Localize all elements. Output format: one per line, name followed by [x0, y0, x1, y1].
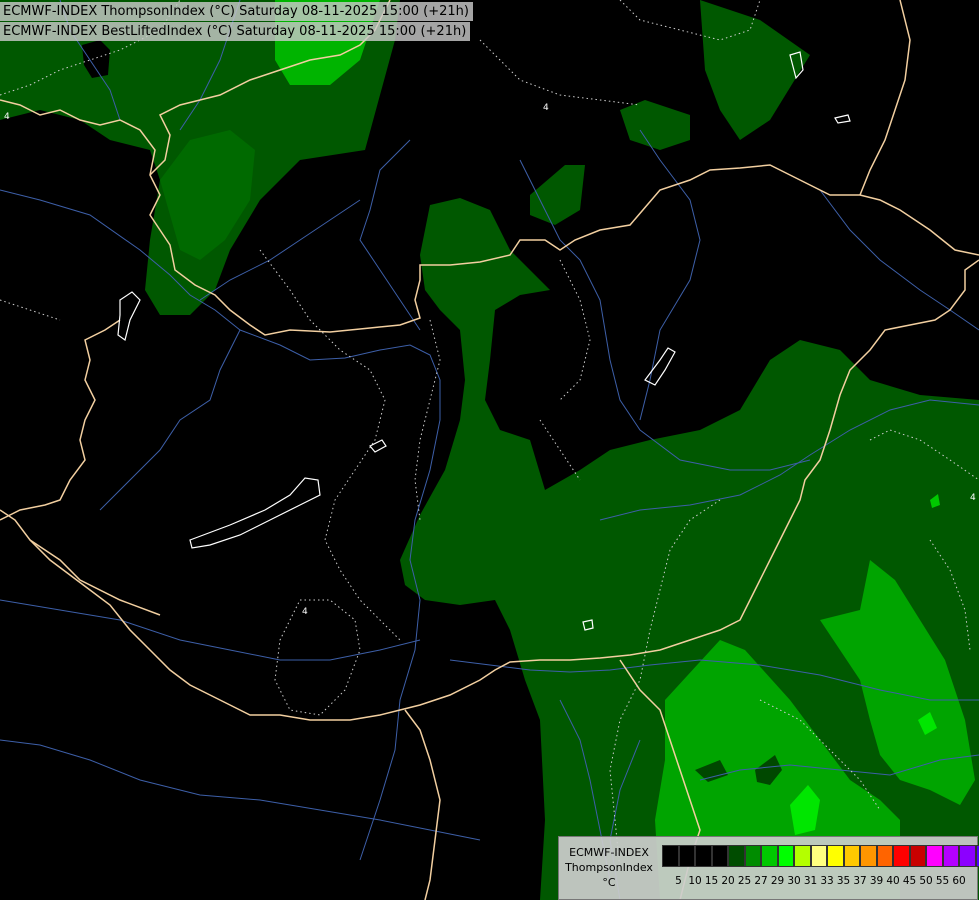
- legend-tick-label: 27: [754, 875, 768, 887]
- legend-swatch: [678, 845, 695, 867]
- legend-swatch: [876, 845, 893, 867]
- legend-swatch: [711, 845, 728, 867]
- weather-map: 4 4 4 4: [0, 0, 979, 900]
- legend-swatch: [662, 845, 679, 867]
- legend-tick-label: 20: [721, 875, 735, 887]
- legend-tick-label: 33: [820, 875, 834, 887]
- legend-tick-label: 35: [836, 875, 851, 887]
- legend-tick-label: 15: [704, 875, 719, 887]
- legend-tick-label: 30: [787, 875, 801, 887]
- legend-tick-label: 39: [869, 875, 884, 887]
- legend-swatch: [860, 845, 877, 867]
- legend-swatch: [926, 845, 943, 867]
- legend-swatch: [942, 845, 959, 867]
- legend-swatch: [794, 845, 811, 867]
- map-title-primary: ECMWF-INDEX ThompsonIndex (°C) Saturday …: [0, 2, 473, 21]
- legend-swatches: [662, 845, 979, 867]
- legend-swatch: [843, 845, 860, 867]
- legend-swatch: [959, 845, 976, 867]
- color-legend: ECMWF-INDEX ThompsonIndex °C 5 10 15 20 25 27…: [558, 836, 979, 900]
- legend-swatch: [777, 845, 794, 867]
- legend-swatch: [975, 845, 979, 867]
- legend-label: ECMWF-INDEX ThompsonIndex °C: [563, 845, 655, 890]
- contour-label: 4: [302, 607, 308, 617]
- legend-swatch: [810, 845, 827, 867]
- legend-swatch: [695, 845, 712, 867]
- legend-label-unit: °C: [602, 876, 616, 889]
- legend-tick-label: 10: [688, 875, 702, 887]
- legend-tick-label: 40: [886, 875, 900, 887]
- legend-tick-label: 29: [770, 875, 785, 887]
- legend-tick-label: 55: [935, 875, 950, 887]
- legend-tick-label: 31: [803, 875, 818, 887]
- legend-label-model: ECMWF-INDEX: [569, 846, 649, 859]
- legend-tick-label: 60: [952, 875, 966, 887]
- legend-tick-label: 25: [737, 875, 752, 887]
- legend-tick-label: 50: [919, 875, 933, 887]
- legend-tick-label: 45: [902, 875, 917, 887]
- legend-swatch: [761, 845, 778, 867]
- legend-swatch: [827, 845, 844, 867]
- legend-tick-label: 5: [675, 875, 682, 887]
- legend-swatch: [909, 845, 926, 867]
- legend-label-parameter: ThompsonIndex: [565, 861, 653, 874]
- legend-swatch: [728, 845, 745, 867]
- contour-label: 4: [543, 103, 549, 113]
- map-title-secondary: ECMWF-INDEX BestLiftedIndex (°C) Saturda…: [0, 22, 471, 41]
- legend-swatch: [893, 845, 910, 867]
- legend-swatch: [744, 845, 761, 867]
- contour-label: 4: [970, 493, 976, 503]
- contour-label: 4: [4, 112, 10, 122]
- legend-tick-label: 37: [853, 875, 867, 887]
